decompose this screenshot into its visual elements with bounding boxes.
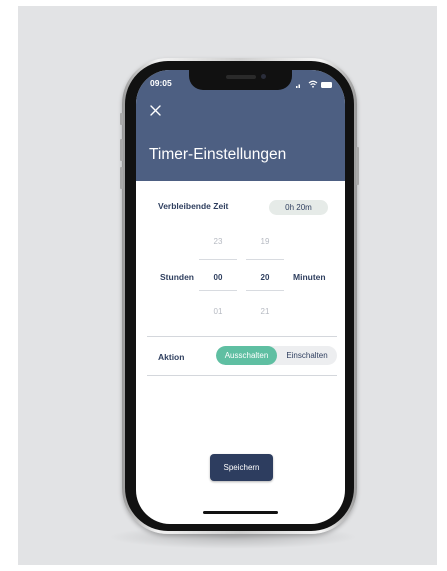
remaining-time-badge: 0h 20m	[269, 200, 328, 215]
wifi-icon	[308, 80, 318, 88]
hours-selected[interactable]: 00	[201, 273, 235, 282]
close-icon[interactable]	[149, 104, 163, 118]
status-time: 09:05	[150, 78, 172, 88]
battery-icon	[321, 82, 332, 88]
page-title: Timer-Einstellungen	[149, 146, 287, 163]
camera	[261, 74, 266, 79]
home-indicator[interactable]	[203, 511, 278, 514]
divider	[147, 375, 337, 376]
remaining-time-label: Verbleibende Zeit	[158, 201, 229, 211]
action-option-off[interactable]: Ausschalten	[216, 346, 277, 365]
signal-icon	[296, 84, 300, 88]
minutes-label: Minuten	[293, 272, 326, 282]
phone-mute-switch	[120, 113, 123, 125]
action-toggle[interactable]: Ausschalten Einschalten	[216, 346, 337, 365]
phone-power-button	[356, 147, 359, 185]
speaker	[226, 75, 256, 79]
picker-line	[246, 290, 284, 291]
minutes-option[interactable]: 19	[248, 237, 282, 246]
divider	[147, 336, 337, 337]
picker-line	[199, 259, 237, 260]
hours-label: Stunden	[160, 272, 194, 282]
hours-option[interactable]: 01	[201, 307, 235, 316]
picker-line	[246, 259, 284, 260]
hours-option[interactable]: 23	[201, 237, 235, 246]
action-option-on[interactable]: Einschalten	[277, 346, 337, 365]
phone-notch	[189, 70, 292, 90]
phone-screen: 09:05 Timer-Einstellungen Verbleibende Z…	[136, 70, 345, 524]
phone-volume-down	[120, 167, 123, 189]
action-label: Aktion	[158, 352, 185, 362]
minutes-selected[interactable]: 20	[248, 273, 282, 282]
minutes-option[interactable]: 21	[248, 307, 282, 316]
save-button[interactable]: Speichern	[210, 454, 273, 481]
status-icons	[296, 78, 333, 88]
picker-line	[199, 290, 237, 291]
phone-volume-up	[120, 139, 123, 161]
